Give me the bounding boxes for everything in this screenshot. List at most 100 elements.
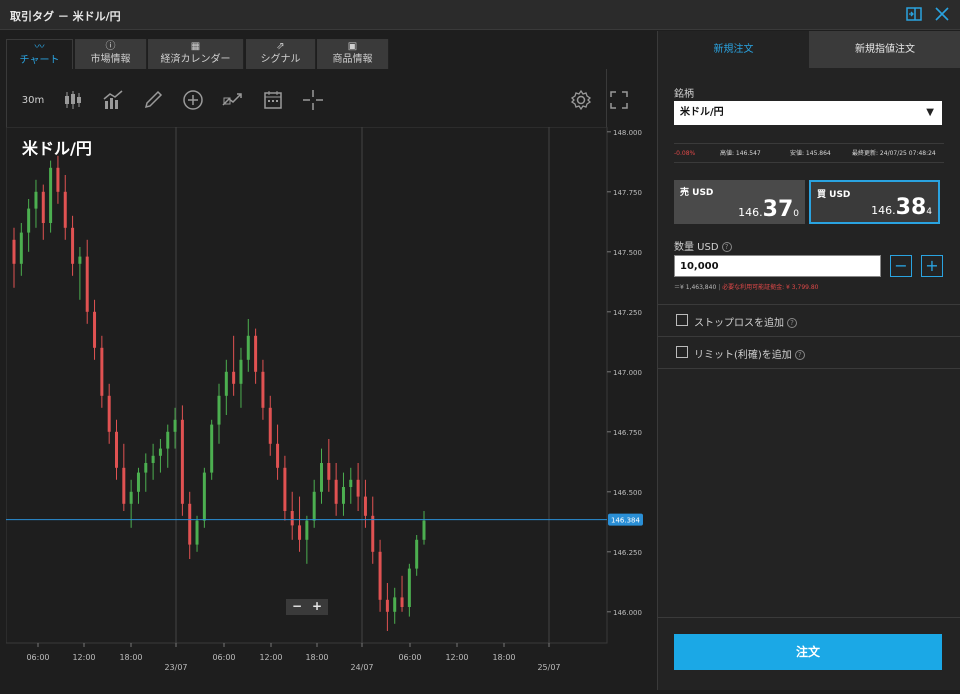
buy-label: 買 USD xyxy=(817,190,851,200)
tab-label: チャート xyxy=(19,55,60,66)
x-tick-label: 06:00 xyxy=(26,653,49,662)
buy-button[interactable]: 買 USD 146.384 xyxy=(809,180,940,224)
candle-body xyxy=(290,511,294,526)
pencil-icon[interactable] xyxy=(141,89,165,113)
tab-signal[interactable]: ⇗ シグナル xyxy=(246,39,316,69)
candle-body xyxy=(27,208,31,233)
help-icon[interactable]: ? xyxy=(721,242,732,252)
x-tick-label: 06:00 xyxy=(212,653,235,662)
candle-body xyxy=(85,256,89,312)
candle-body xyxy=(261,371,265,408)
candle-body xyxy=(49,167,53,223)
candle-body xyxy=(246,335,250,360)
calendar-event-icon[interactable] xyxy=(261,89,285,113)
limit-label: リミット(利確)を追加? xyxy=(694,346,805,361)
submit-order-button[interactable]: 注文 xyxy=(674,634,942,670)
candlestick-chart[interactable]: 148.000 147.750 147.500 147.250 147.000 146.7… xyxy=(5,126,657,690)
y-tick-label: 146.750 xyxy=(613,429,642,437)
candle-body xyxy=(107,395,111,432)
candle-body xyxy=(371,515,375,552)
candle-body xyxy=(400,597,404,607)
add-circle-icon[interactable] xyxy=(181,89,205,113)
price-chart[interactable]: 148.000 147.750 147.500 147.250 147.000 146.7… xyxy=(5,126,657,690)
limit-checkbox[interactable] xyxy=(676,346,688,358)
x-tick-label: 12:00 xyxy=(445,653,468,662)
tab-economic-calendar[interactable]: ▦ 経済カレンダー xyxy=(148,39,244,69)
candle-body xyxy=(312,491,316,521)
jpy-value: ＝¥ 1,463,840 xyxy=(674,284,717,291)
candle-body xyxy=(415,539,419,569)
settings-icon[interactable] xyxy=(569,89,593,113)
buy-price: 146.384 xyxy=(871,195,932,220)
candle-body xyxy=(393,597,397,612)
candle-body xyxy=(144,463,148,473)
candle-body xyxy=(385,599,389,612)
x-tick-label: 06:00 xyxy=(398,653,421,662)
tab-product-info[interactable]: ▣ 商品情報 xyxy=(317,39,389,69)
quantity-input[interactable]: 10,000 xyxy=(674,255,881,277)
candle-body xyxy=(71,227,75,264)
candle-body xyxy=(217,395,221,425)
chart-title: 米ドル/円 xyxy=(22,139,92,158)
candlestick-icon[interactable] xyxy=(61,89,85,113)
symbol-label: 銘柄 xyxy=(674,89,694,100)
candle-body xyxy=(115,431,118,468)
candle-body xyxy=(129,491,133,504)
info-icon: ⓘ xyxy=(105,41,116,52)
compare-icon[interactable] xyxy=(221,89,245,113)
symbol-value: 米ドル/円 xyxy=(680,107,724,118)
x-tick-label: 12:00 xyxy=(259,653,282,662)
stop-loss-checkbox[interactable] xyxy=(676,314,688,326)
candle-body xyxy=(254,335,258,372)
candle-body xyxy=(298,525,302,540)
y-tick-label: 147.750 xyxy=(613,189,642,197)
divider xyxy=(658,304,960,305)
quantity-decrease-button[interactable]: − xyxy=(890,255,912,277)
sell-button[interactable]: 売 USD 146.370 xyxy=(674,180,805,224)
candle-body xyxy=(239,359,243,384)
zoom-out-button[interactable]: − xyxy=(287,599,307,614)
x-tick-label: 24/07 xyxy=(350,663,373,672)
candle-body xyxy=(63,191,67,228)
candle-body xyxy=(56,167,60,192)
dock-panel-icon[interactable] xyxy=(904,5,924,25)
fullscreen-icon[interactable] xyxy=(607,89,631,113)
help-icon[interactable]: ? xyxy=(787,318,797,328)
crosshair-icon[interactable] xyxy=(301,89,325,113)
zoom-in-button[interactable]: + xyxy=(307,599,327,614)
candle-body xyxy=(341,487,345,504)
candle-body xyxy=(378,551,382,600)
candle-body xyxy=(12,239,16,264)
candle-body xyxy=(93,311,97,348)
last-updated: 最終更新: 24/07/25 07:48:24 xyxy=(852,150,936,157)
tab-label: 商品情報 xyxy=(332,54,373,65)
window-titlebar: 取引タグ － 米ドル/円 xyxy=(0,0,960,30)
candle-body xyxy=(41,191,45,223)
quantity-increase-button[interactable]: + xyxy=(921,255,943,277)
tab-label: 経済カレンダー xyxy=(160,54,231,65)
candle-body xyxy=(136,472,140,492)
zoom-control: − + xyxy=(286,599,328,615)
presentation-icon: ▣ xyxy=(347,41,358,52)
tab-chart[interactable]: 〰 チャート xyxy=(6,39,73,69)
tab-limit-order[interactable]: 新規指値注文 xyxy=(809,31,960,68)
y-tick-label: 146.000 xyxy=(613,609,642,617)
current-price-label: 146.384 xyxy=(611,517,640,525)
plot-area xyxy=(5,126,608,644)
candle-body xyxy=(334,479,338,504)
y-tick-label: 148.000 xyxy=(613,129,642,137)
candle-body xyxy=(356,479,360,497)
help-icon[interactable]: ? xyxy=(794,350,805,360)
x-tick-label: 25/07 xyxy=(537,663,560,672)
symbol-select[interactable]: 米ドル/円 ▼ xyxy=(674,101,942,125)
tab-market-info[interactable]: ⓘ 市場情報 xyxy=(75,39,147,69)
tab-new-order[interactable]: 新規注文 xyxy=(658,31,809,68)
close-icon[interactable] xyxy=(932,5,952,25)
high-price: 高値: 146.547 xyxy=(720,150,761,157)
margin-note: ＝¥ 1,463,840 | 必要な利用可能証拠金: ¥ 3,799.80 xyxy=(674,284,819,291)
divider xyxy=(658,336,960,337)
candle-body xyxy=(327,463,331,480)
timeframe-selector[interactable]: 30m xyxy=(21,89,45,113)
y-tick-label: 147.500 xyxy=(613,249,642,257)
indicator-icon[interactable] xyxy=(101,89,125,113)
